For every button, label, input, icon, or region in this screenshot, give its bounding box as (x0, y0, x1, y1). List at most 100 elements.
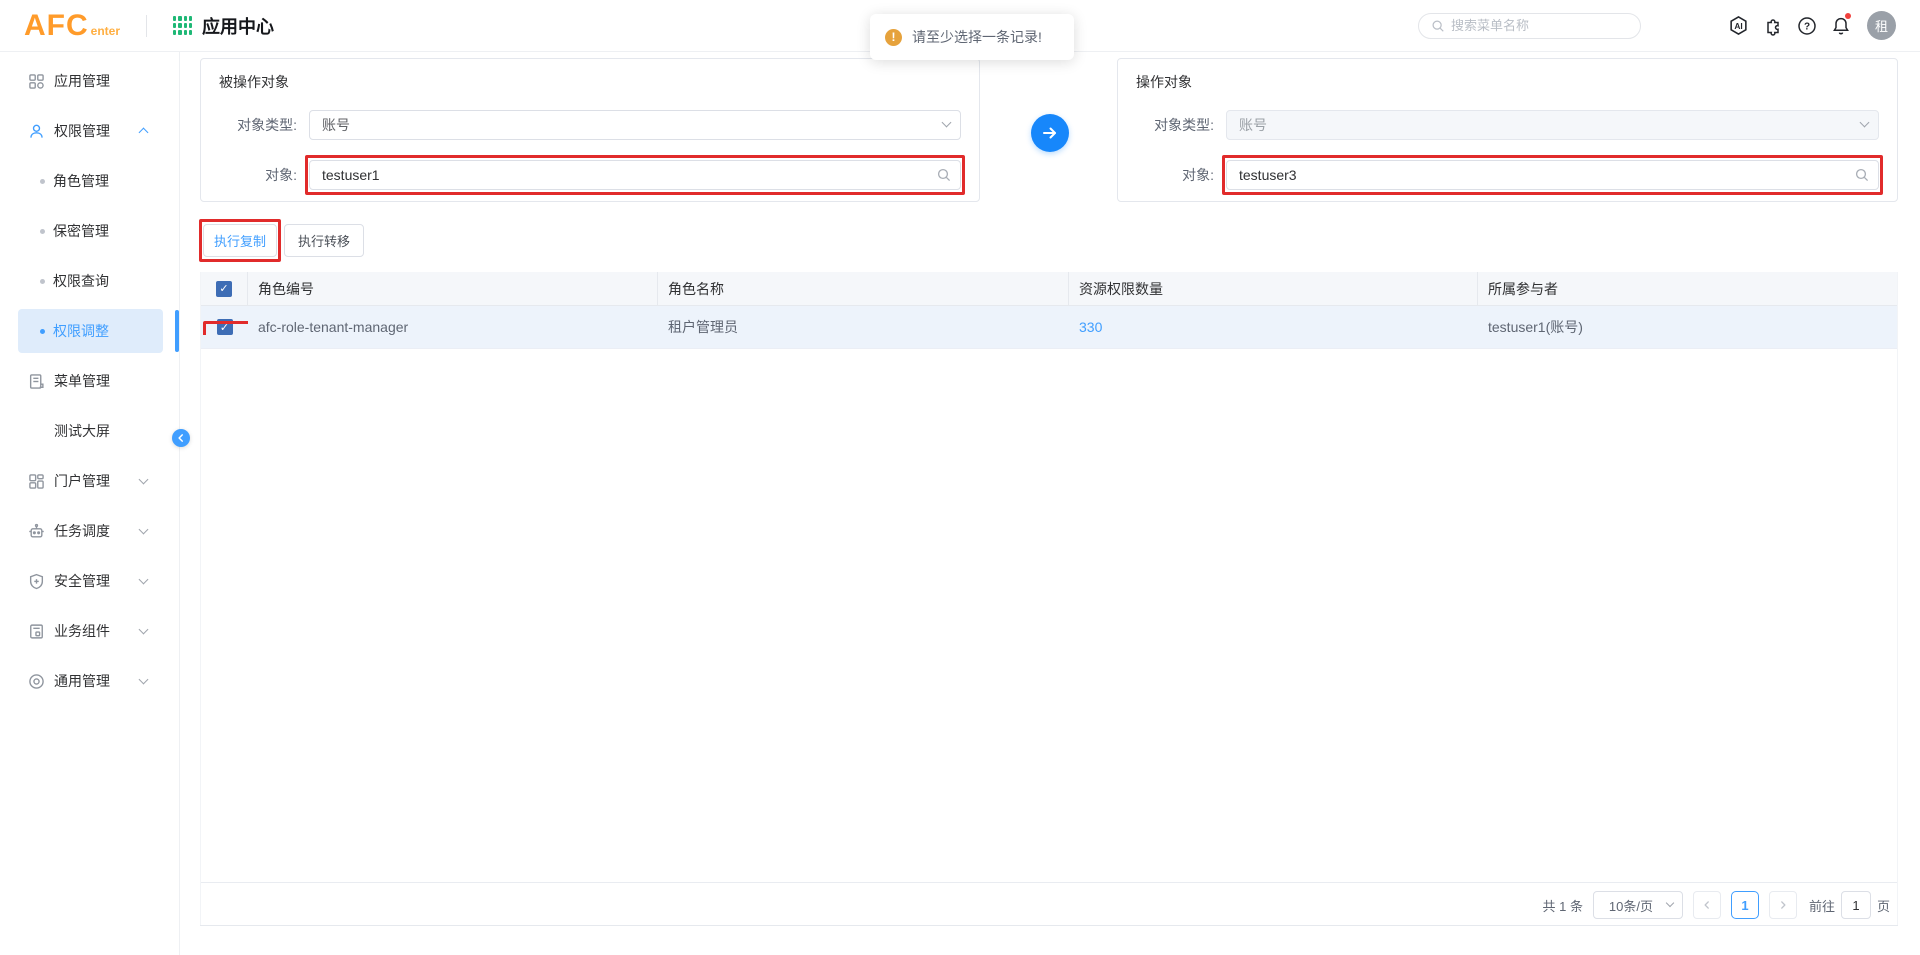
column-header-role-code: 角色编号 (248, 272, 658, 305)
warning-toast: ! 请至少选择一条记录! (870, 14, 1074, 60)
column-header-participant: 所属参与者 (1478, 272, 1897, 305)
notification-badge (1845, 13, 1851, 19)
sidebar-item-test-dashboard[interactable]: 测试大屏 (0, 406, 179, 456)
source-object-input[interactable] (309, 160, 961, 190)
sidebar-item-business-components[interactable]: 业务组件 (0, 606, 179, 656)
sidebar-item-permission-adjust[interactable]: 权限调整 (0, 306, 179, 356)
svg-text:AI: AI (1734, 21, 1742, 31)
menu-search-input[interactable] (1451, 18, 1628, 33)
cell-role-code: afc-role-tenant-manager (248, 319, 658, 335)
logo-text-main: AFC (24, 9, 89, 43)
sidebar-item-label: 权限查询 (53, 271, 109, 291)
notification-bell-icon[interactable] (1830, 15, 1851, 36)
sidebar-item-portal-management[interactable]: 门户管理 (0, 456, 179, 506)
chevron-up-icon (139, 128, 149, 138)
grid-icon (28, 73, 45, 90)
target-object-panel: 操作对象 对象类型: 账号 对象: (1117, 58, 1898, 202)
sidebar-item-label: 任务调度 (54, 521, 110, 541)
header-actions: AI ? 租 (1418, 11, 1896, 40)
ai-assistant-icon[interactable]: AI (1728, 15, 1749, 36)
total-count: 共 1 条 (1543, 896, 1583, 915)
roles-table: ✓ 角色编号 角色名称 资源权限数量 所属参与者 ✓ afc-role-tena… (200, 272, 1898, 926)
user-avatar[interactable]: 租 (1867, 11, 1896, 40)
chevron-down-icon (1666, 899, 1674, 907)
object-label: 对象: (1136, 165, 1214, 185)
sidebar-item-permission-management[interactable]: 权限管理 (0, 106, 179, 156)
user-icon (28, 123, 45, 140)
bullet-icon (40, 329, 45, 334)
table-row[interactable]: ✓ afc-role-tenant-manager 租户管理员 330 test… (201, 306, 1897, 349)
sidebar-item-permission-query[interactable]: 权限查询 (0, 256, 179, 306)
svg-text:?: ? (1803, 21, 1809, 32)
sidebar-item-label: 应用管理 (54, 71, 110, 91)
sidebar-item-role-management[interactable]: 角色管理 (0, 156, 179, 206)
execute-transfer-button[interactable]: 执行转移 (284, 224, 364, 257)
chevron-down-icon (139, 525, 149, 535)
next-page-button[interactable] (1769, 891, 1797, 919)
search-icon[interactable] (936, 167, 952, 183)
column-header-permission-count: 资源权限数量 (1069, 272, 1478, 305)
object-type-label: 对象类型: (1136, 115, 1214, 135)
sidebar-item-label: 权限管理 (54, 121, 110, 141)
pagination-bar: 共 1 条 10条/页 1 前往 页 (200, 885, 1898, 926)
table-header-row: ✓ 角色编号 角色名称 资源权限数量 所属参与者 (201, 272, 1897, 306)
current-page-button[interactable]: 1 (1731, 891, 1759, 919)
transfer-arrow-button[interactable] (1031, 114, 1069, 152)
target-object-type-select: 账号 (1226, 110, 1879, 140)
sidebar-item-app-management[interactable]: 应用管理 (0, 56, 179, 106)
sidebar-item-label: 业务组件 (54, 621, 110, 641)
sidebar-item-general-management[interactable]: 通用管理 (0, 656, 179, 706)
document-icon (28, 373, 45, 390)
column-header-role-name: 角色名称 (658, 272, 1069, 305)
row-checkbox[interactable]: ✓ (217, 319, 233, 335)
sidebar-collapse-button[interactable] (172, 429, 190, 447)
apps-grid-icon (173, 16, 192, 35)
permission-count-link[interactable]: 330 (1079, 319, 1102, 335)
page-title: 应用中心 (202, 13, 274, 39)
sidebar-item-label: 权限调整 (53, 321, 109, 341)
menu-search-box[interactable] (1418, 13, 1641, 39)
sidebar-item-task-scheduling[interactable]: 任务调度 (0, 506, 179, 556)
header-divider (146, 15, 147, 37)
chevron-left-icon (1702, 900, 1712, 910)
cell-participant: testuser1(账号) (1478, 317, 1897, 337)
target-icon (28, 673, 45, 690)
page-size-select[interactable]: 10条/页 (1593, 891, 1683, 919)
table-empty-area (201, 349, 1897, 883)
sidebar-item-label: 角色管理 (53, 171, 109, 191)
plugin-icon[interactable] (1762, 15, 1783, 36)
app-window: AFC enter 应用中心 AI (0, 0, 1920, 955)
sidebar: 应用管理 权限管理 角色管理 保密管理 权限查询 权限调整 (0, 52, 180, 955)
chevron-down-icon (139, 475, 149, 485)
cell-role-name: 租户管理员 (658, 317, 1069, 337)
sidebar-item-label: 测试大屏 (54, 421, 110, 441)
execute-copy-button[interactable]: 执行复制 (203, 224, 277, 257)
goto-page-input[interactable] (1841, 891, 1871, 919)
help-icon[interactable]: ? (1796, 15, 1817, 36)
source-object-panel: 被操作对象 对象类型: 账号 对象: (200, 58, 980, 202)
sidebar-item-label: 门户管理 (54, 471, 110, 491)
component-card-icon (28, 623, 45, 640)
sidebar-item-security-management[interactable]: 安全管理 (0, 556, 179, 606)
prev-page-button[interactable] (1693, 891, 1721, 919)
source-object-type-select[interactable]: 账号 (309, 110, 961, 140)
goto-label: 前往 (1809, 896, 1835, 915)
bullet-icon (40, 279, 45, 284)
search-icon[interactable] (1854, 167, 1870, 183)
sidebar-item-label: 菜单管理 (54, 371, 110, 391)
object-type-label: 对象类型: (219, 115, 297, 135)
chevron-down-icon (139, 625, 149, 635)
sidebar-item-label: 安全管理 (54, 571, 110, 591)
arrow-right-icon (1040, 123, 1060, 143)
sidebar-item-secrecy-management[interactable]: 保密管理 (0, 206, 179, 256)
panel-title: 被操作对象 (219, 72, 961, 92)
afcenter-logo: AFC enter (24, 9, 120, 43)
bullet-icon (40, 229, 45, 234)
chevron-right-icon (1778, 900, 1788, 910)
panel-title: 操作对象 (1136, 72, 1879, 92)
warning-icon: ! (885, 29, 902, 46)
sidebar-item-menu-management[interactable]: 菜单管理 (0, 356, 179, 406)
select-all-checkbox[interactable]: ✓ (216, 281, 232, 297)
target-object-input[interactable] (1226, 160, 1879, 190)
portal-grid-icon (28, 473, 45, 490)
